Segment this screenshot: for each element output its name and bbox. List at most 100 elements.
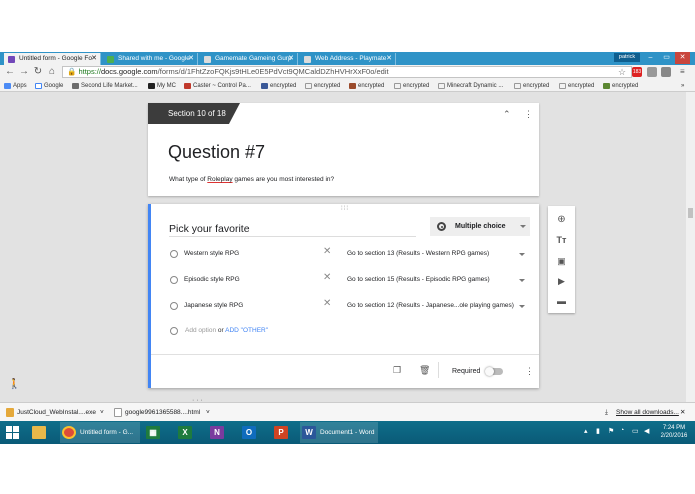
tab-untitled-form[interactable]: Untitled form - Google Fo ✕ bbox=[4, 53, 101, 65]
taskbar-word[interactable]: W Document1 - Word bbox=[300, 422, 378, 443]
tab-gamemate[interactable]: Gamemate Gameing Gurp ✕ bbox=[200, 53, 298, 65]
address-bar[interactable]: 🔒 https://docs.google.com/forms/d/1FhtZz… bbox=[62, 66, 632, 78]
volume-icon[interactable]: ◀ bbox=[644, 427, 649, 435]
bookmark-encrypted[interactable]: encrypted bbox=[261, 80, 296, 92]
taskbar-onenote[interactable]: N bbox=[208, 422, 232, 443]
back-icon[interactable]: ← bbox=[4, 66, 16, 78]
forward-icon[interactable]: → bbox=[18, 66, 30, 78]
minimize-icon[interactable]: – bbox=[643, 52, 658, 64]
page-icon bbox=[514, 83, 521, 89]
star-icon[interactable]: ☆ bbox=[618, 67, 628, 77]
show-all-downloads[interactable]: ⤓ Show all downloads... bbox=[603, 407, 679, 418]
taskbar-chrome[interactable]: Untitled form - G... bbox=[60, 422, 140, 443]
dropdown-arrow-icon[interactable] bbox=[519, 253, 525, 256]
download-item[interactable]: google9961365588....html ˅ bbox=[112, 407, 210, 418]
page-icon bbox=[394, 83, 401, 89]
tab-strip: Untitled form - Google Fo ✕ Shared with … bbox=[0, 52, 695, 65]
reload-icon[interactable]: ↻ bbox=[32, 66, 44, 78]
bookmark-apps[interactable]: Apps bbox=[4, 80, 27, 92]
section-description[interactable]: What type of Roleplay games are you most… bbox=[169, 176, 334, 183]
extension-icon[interactable] bbox=[661, 67, 671, 77]
windows-start-icon[interactable] bbox=[6, 426, 19, 439]
google-icon bbox=[35, 83, 42, 89]
taskbar-excel[interactable]: X bbox=[176, 422, 200, 443]
maximize-icon[interactable]: ▭ bbox=[659, 52, 674, 64]
taskbar-spreadsheet[interactable]: ▦ bbox=[144, 422, 168, 443]
close-window-icon[interactable]: ✕ bbox=[675, 52, 690, 64]
dropdown-arrow-icon[interactable] bbox=[519, 279, 525, 282]
remove-option-icon[interactable]: ✕ bbox=[323, 298, 331, 309]
home-icon[interactable]: ⌂ bbox=[46, 66, 58, 78]
remove-option-icon[interactable]: ✕ bbox=[323, 272, 331, 283]
taskbar-outlook[interactable]: O bbox=[240, 422, 264, 443]
more-vert-icon[interactable]: ⋮ bbox=[524, 109, 533, 120]
extension-icon[interactable] bbox=[647, 67, 657, 77]
bookmark-caster[interactable]: Caster ~ Control Pa... bbox=[184, 80, 251, 92]
option-label[interactable]: Japanese style RPG bbox=[184, 302, 243, 309]
add-question-icon[interactable]: ⊕ bbox=[556, 214, 567, 225]
tab-web-address[interactable]: Web Address - Playmate ✕ bbox=[300, 53, 396, 65]
add-image-icon[interactable]: ▣ bbox=[556, 256, 567, 267]
question-type-select[interactable]: Multiple choice bbox=[430, 217, 530, 236]
bookmark-encrypted[interactable]: encrypted bbox=[559, 80, 594, 92]
option-label[interactable]: Episodic style RPG bbox=[184, 276, 240, 283]
close-tab-icon[interactable]: ✕ bbox=[91, 53, 97, 65]
bookmark-encrypted[interactable]: encrypted bbox=[305, 80, 340, 92]
chevron-down-icon[interactable]: ˅ bbox=[206, 407, 210, 418]
section-header-card[interactable]: Section 10 of 18 ⌃ ⋮ Question #7 What ty… bbox=[148, 103, 539, 196]
wifi-icon[interactable]: ◔ bbox=[620, 427, 624, 434]
system-clock[interactable]: 7:24 PM 2/20/2016 bbox=[656, 424, 692, 440]
extension-icon[interactable]: 183 bbox=[632, 67, 642, 77]
page-scrollbar[interactable] bbox=[686, 92, 695, 402]
close-downloads-icon[interactable]: ✕ bbox=[680, 407, 685, 418]
bookmark-encrypted[interactable]: encrypted bbox=[603, 80, 638, 92]
network-icon[interactable]: ▮ bbox=[596, 427, 600, 435]
profile-name[interactable]: patrick bbox=[614, 53, 640, 62]
page-icon bbox=[559, 83, 566, 89]
close-tab-icon[interactable]: ✕ bbox=[386, 53, 392, 65]
flag-icon[interactable]: ⚑ bbox=[608, 427, 614, 435]
browser-toolbar: ← → ↻ ⌂ 🔒 https://docs.google.com/forms/… bbox=[0, 65, 695, 80]
bookmark-my-mc[interactable]: My MC bbox=[148, 80, 176, 92]
show-hidden-icons-icon[interactable]: ▴ bbox=[584, 427, 588, 435]
add-title-icon[interactable]: Tт bbox=[556, 235, 567, 246]
chevron-down-icon[interactable]: ˅ bbox=[100, 407, 104, 418]
avatar-icon bbox=[349, 83, 356, 89]
bookmark-encrypted[interactable]: encrypted bbox=[514, 80, 549, 92]
goto-section-select[interactable]: Go to section 13 (Results - Western RPG … bbox=[347, 250, 489, 257]
close-tab-icon[interactable]: ✕ bbox=[188, 53, 194, 65]
goto-section-select[interactable]: Go to section 12 (Results - Japanese...o… bbox=[347, 302, 514, 309]
add-other-link[interactable]: ADD "OTHER" bbox=[225, 327, 268, 334]
add-option-link[interactable]: Add option bbox=[185, 327, 216, 334]
close-tab-icon[interactable]: ✕ bbox=[288, 53, 294, 65]
drag-handle-icon[interactable]: ⁞⁞⁞ bbox=[341, 206, 349, 212]
bookmark-encrypted[interactable]: encrypted bbox=[394, 80, 429, 92]
bookmark-sl-market[interactable]: Second Life Market... bbox=[72, 80, 138, 92]
question-card[interactable]: ⁞⁞⁞ Pick your favorite Multiple choice W… bbox=[148, 204, 539, 388]
accessibility-icon[interactable]: 🚶 bbox=[8, 379, 20, 390]
duplicate-icon[interactable]: ❐ bbox=[393, 365, 401, 376]
add-video-icon[interactable]: ▶ bbox=[556, 276, 567, 287]
add-section-icon[interactable]: ▬ bbox=[556, 296, 567, 307]
bookmark-encrypted[interactable]: encrypted bbox=[349, 80, 384, 92]
delete-icon[interactable]: 🗑 bbox=[419, 365, 430, 376]
taskbar-explorer[interactable] bbox=[30, 422, 54, 443]
more-vert-icon[interactable]: ⋮ bbox=[525, 366, 534, 377]
section-title[interactable]: Question #7 bbox=[168, 142, 265, 163]
question-title-input[interactable]: Pick your favorite bbox=[169, 223, 416, 237]
tab-shared-with-me[interactable]: Shared with me - Google ✕ bbox=[103, 53, 198, 65]
more-bookmarks-icon[interactable]: » bbox=[681, 80, 684, 92]
taskbar-powerpoint[interactable]: P bbox=[272, 422, 296, 443]
display-icon[interactable]: ▭ bbox=[632, 427, 639, 435]
scrollbar-thumb[interactable] bbox=[688, 208, 693, 218]
dropdown-arrow-icon[interactable] bbox=[519, 305, 525, 308]
bookmark-minecraft[interactable]: Minecraft Dynamic ... bbox=[438, 80, 503, 92]
collapse-icon[interactable]: ⌃ bbox=[503, 109, 511, 120]
goto-section-select[interactable]: Go to section 15 (Results - Episodic RPG… bbox=[347, 276, 490, 283]
option-label[interactable]: Western style RPG bbox=[184, 250, 239, 257]
required-toggle[interactable] bbox=[485, 367, 503, 376]
remove-option-icon[interactable]: ✕ bbox=[323, 246, 331, 257]
bookmark-google[interactable]: Google bbox=[35, 80, 63, 92]
download-item[interactable]: JustCloud_WebInstal....exe ˅ bbox=[4, 407, 104, 418]
menu-icon[interactable]: ≡ bbox=[680, 67, 690, 77]
